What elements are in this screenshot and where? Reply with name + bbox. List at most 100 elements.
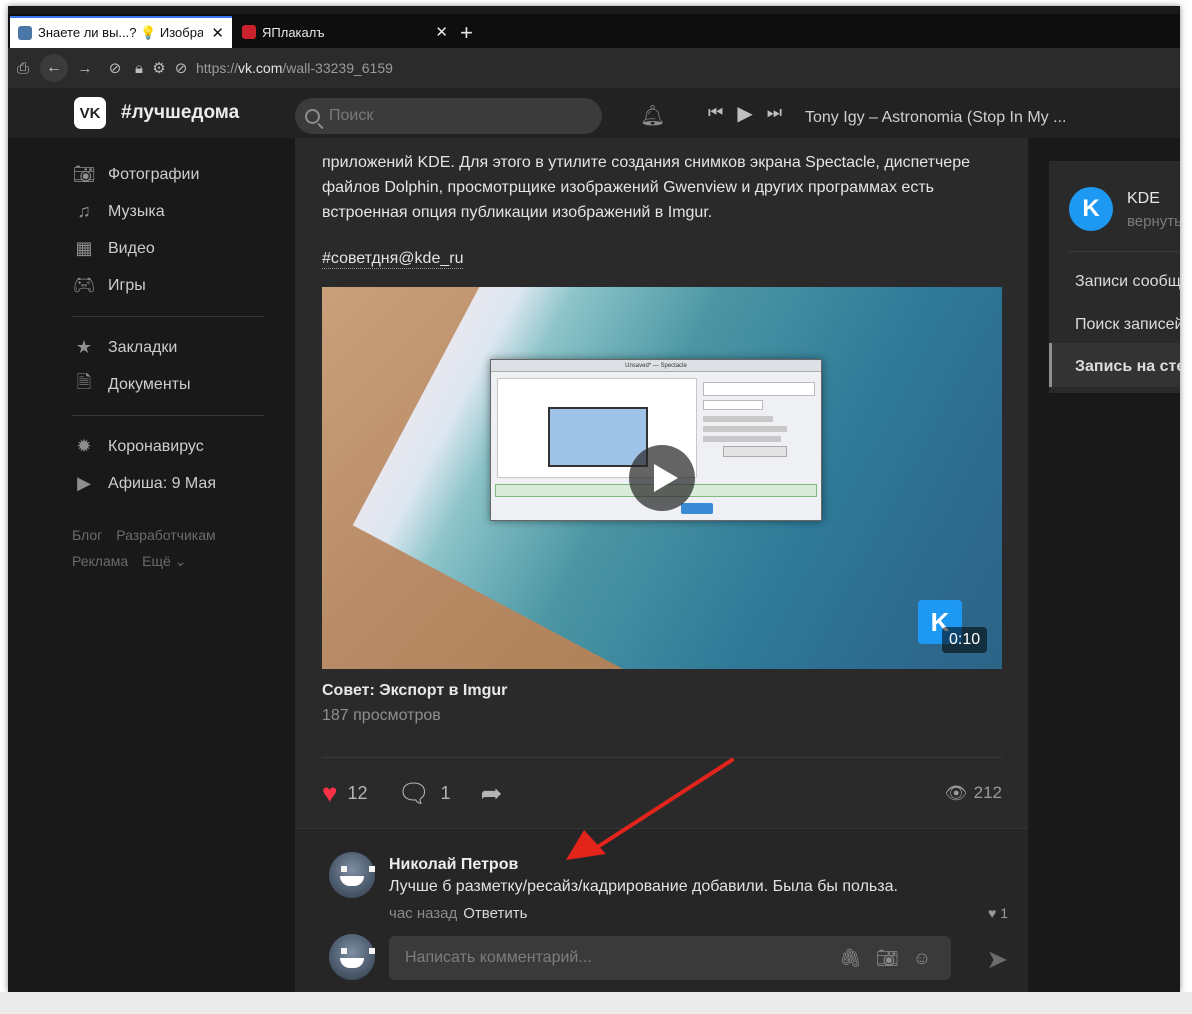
camera-icon: 📷︎ xyxy=(72,164,96,184)
panel-item-wall-post[interactable]: Запись на стене xyxy=(1075,358,1180,376)
panel-item-community-posts[interactable]: Записи сообщества xyxy=(1075,273,1180,291)
url-path: /wall-33239_6159 xyxy=(282,60,393,76)
comment-author[interactable]: Николай Петров xyxy=(389,856,518,874)
wall-post: приложений KDE. Для этого в утилите созд… xyxy=(295,138,1028,992)
comments-section: Николай Петров Лучше б разметку/ресайз/к… xyxy=(295,828,1028,992)
current-track[interactable]: Tony Igy – Astronomia (Stop In My ... xyxy=(805,109,1066,127)
post-text: приложений KDE. Для этого в утилите созд… xyxy=(322,154,970,221)
video-play-button[interactable] xyxy=(629,445,695,511)
sidebar-item-music[interactable]: ♫ Музыка xyxy=(72,193,272,230)
comment-input-box[interactable]: 🖇︎ 📷︎ ☺ xyxy=(389,936,951,980)
eye-icon: 👁︎ xyxy=(944,782,968,803)
video-duration: 0:10 xyxy=(942,627,988,653)
browser-window: Знаете ли вы...? 💡 Изображен ✕ ЯПлакалъ … xyxy=(8,6,1180,992)
search-input[interactable] xyxy=(329,107,569,125)
avatar[interactable] xyxy=(329,852,375,898)
sidebar-item-documents[interactable]: 🗎 Документы xyxy=(72,366,272,403)
community-name[interactable]: KDE xyxy=(1127,190,1160,208)
capture-area-select xyxy=(703,382,815,396)
page-title[interactable]: #лучшедома xyxy=(121,102,239,124)
footer-link-ads[interactable]: Реклама xyxy=(72,553,128,569)
previous-track-icon[interactable]: ⏮ xyxy=(708,103,723,126)
play-circle-icon: ▶ xyxy=(77,473,91,493)
vk-logo-icon[interactable]: VK xyxy=(74,97,106,129)
play-icon[interactable]: ▶ xyxy=(737,101,752,126)
virus-icon: ✹ xyxy=(76,436,92,456)
sidebar-item-games[interactable]: 🎮︎ Игры xyxy=(72,267,272,304)
export-thumb-button xyxy=(681,503,713,514)
panel-item-search-posts[interactable]: Поиск записей xyxy=(1075,316,1180,334)
share-button[interactable]: ➦ xyxy=(481,778,513,809)
forward-icon[interactable]: → xyxy=(70,60,100,77)
tab-yaplakal[interactable]: ЯПлакалъ ✕ xyxy=(234,16,456,48)
adblock-icon[interactable]: ⊘ xyxy=(170,59,192,77)
tab-bar: Знаете ли вы...? 💡 Изображен ✕ ЯПлакалъ … xyxy=(8,14,1180,48)
view-count: 212 xyxy=(973,783,1002,802)
left-sidebar: 📷︎ Фотографии ♫ Музыка ▦ Видео 🎮︎ Игры ★ Закл… xyxy=(72,156,272,574)
tab-title: Знаете ли вы...? 💡 Изображен xyxy=(38,25,204,40)
emoji-icon[interactable]: ☺ xyxy=(913,948,931,969)
kde-logo-icon[interactable]: K xyxy=(1069,187,1113,231)
camera-icon[interactable]: 📷︎ xyxy=(876,948,899,969)
footer-link-developers[interactable]: Разработчикам xyxy=(116,527,215,543)
footer-link-blog[interactable]: Блог xyxy=(72,527,102,543)
tab-vk[interactable]: Знаете ли вы...? 💡 Изображен ✕ xyxy=(10,16,232,48)
option-line xyxy=(703,416,773,422)
back-button[interactable]: ← xyxy=(40,54,68,82)
tab-close-icon[interactable]: ✕ xyxy=(203,24,224,42)
sidebar-item-bookmarks[interactable]: ★ Закладки xyxy=(72,329,272,366)
video-player[interactable]: Unsaved* — Spectacle K 0:10 xyxy=(322,287,1002,669)
comment-like-button[interactable]: ♥ 1 xyxy=(988,905,1008,921)
sidebar-item-label: Коронавирус xyxy=(108,437,204,455)
tab-close-icon[interactable]: ✕ xyxy=(427,23,448,41)
tab-title: ЯПлакалъ xyxy=(262,24,325,40)
audio-player-controls: ⏮ ▶ ⏭ xyxy=(708,103,782,126)
new-tab-icon[interactable]: + xyxy=(460,20,473,46)
post-hashtag[interactable]: #советдня@kde_ru xyxy=(322,250,464,269)
sidebar-divider xyxy=(72,316,264,317)
sidebar-item-afisha[interactable]: ▶ Афиша: 9 Мая xyxy=(72,465,272,502)
print-icon[interactable]: ⎙ xyxy=(8,60,38,77)
sidebar-item-label: Документы xyxy=(108,375,191,393)
sidebar-item-coronavirus[interactable]: ✹ Коронавирус xyxy=(72,428,272,465)
sidebar-item-label: Фотографии xyxy=(108,165,200,183)
panel-divider xyxy=(1069,251,1180,252)
search-box[interactable] xyxy=(295,98,602,134)
url-field[interactable]: https://vk.com/wall-33239_6159 xyxy=(196,60,393,76)
lock-icon[interactable]: 🔒︎ xyxy=(130,60,148,77)
post-divider xyxy=(322,757,1002,758)
sidebar-item-photos[interactable]: 📷︎ Фотографии xyxy=(72,156,272,193)
like-button[interactable]: ♥ 12 xyxy=(322,778,367,809)
document-icon: 🗎 xyxy=(76,371,92,392)
comment-meta: час назад Ответить xyxy=(389,905,527,922)
gamepad-icon: 🎮︎ xyxy=(72,275,96,295)
share-arrow-icon: ➦ xyxy=(480,777,503,808)
comment-button[interactable]: 🗨︎ 1 xyxy=(397,778,450,809)
spectacle-options-panel xyxy=(703,376,815,476)
footer-link-more[interactable]: Ещё ⌄ xyxy=(142,553,186,569)
notifications-bell-icon[interactable]: 🔔︎ xyxy=(640,103,665,128)
post-views: 👁︎ 212 xyxy=(945,783,1002,804)
url-host: vk.com xyxy=(238,60,283,76)
site-settings-icon[interactable]: ⚙ xyxy=(148,59,170,77)
reply-button[interactable]: Ответить xyxy=(463,905,527,922)
next-track-icon[interactable]: ⏭ xyxy=(767,103,782,126)
comment-input[interactable] xyxy=(405,949,825,967)
delay-field xyxy=(703,400,763,410)
comment-text: Лучше б разметку/ресайз/кадрирование доб… xyxy=(389,878,898,895)
new-screenshot-thumb-button xyxy=(723,446,787,457)
sidebar-item-video[interactable]: ▦ Видео xyxy=(72,230,272,267)
paperclip-icon[interactable]: 🖇︎ xyxy=(839,948,862,969)
tracking-shield-icon[interactable]: ⊘ xyxy=(100,59,130,77)
laptop-illustration xyxy=(548,407,648,467)
address-bar: ⎙ ← → ⊘ 🔒︎ ⚙ ⊘ https://vk.com/wall-33239… xyxy=(8,48,1180,88)
comment-time[interactable]: час назад xyxy=(389,905,457,922)
spectacle-window-title: Unsaved* — Spectacle xyxy=(491,360,821,372)
community-subtitle[interactable]: вернуть xyxy=(1127,213,1180,230)
send-icon[interactable]: ➤ xyxy=(986,944,1008,975)
avatar xyxy=(329,934,375,980)
like-count: 12 xyxy=(347,782,368,803)
comment-count: 1 xyxy=(440,782,451,803)
video-title[interactable]: Совет: Экспорт в Imgur xyxy=(322,682,507,700)
video-icon: ▦ xyxy=(75,238,93,258)
